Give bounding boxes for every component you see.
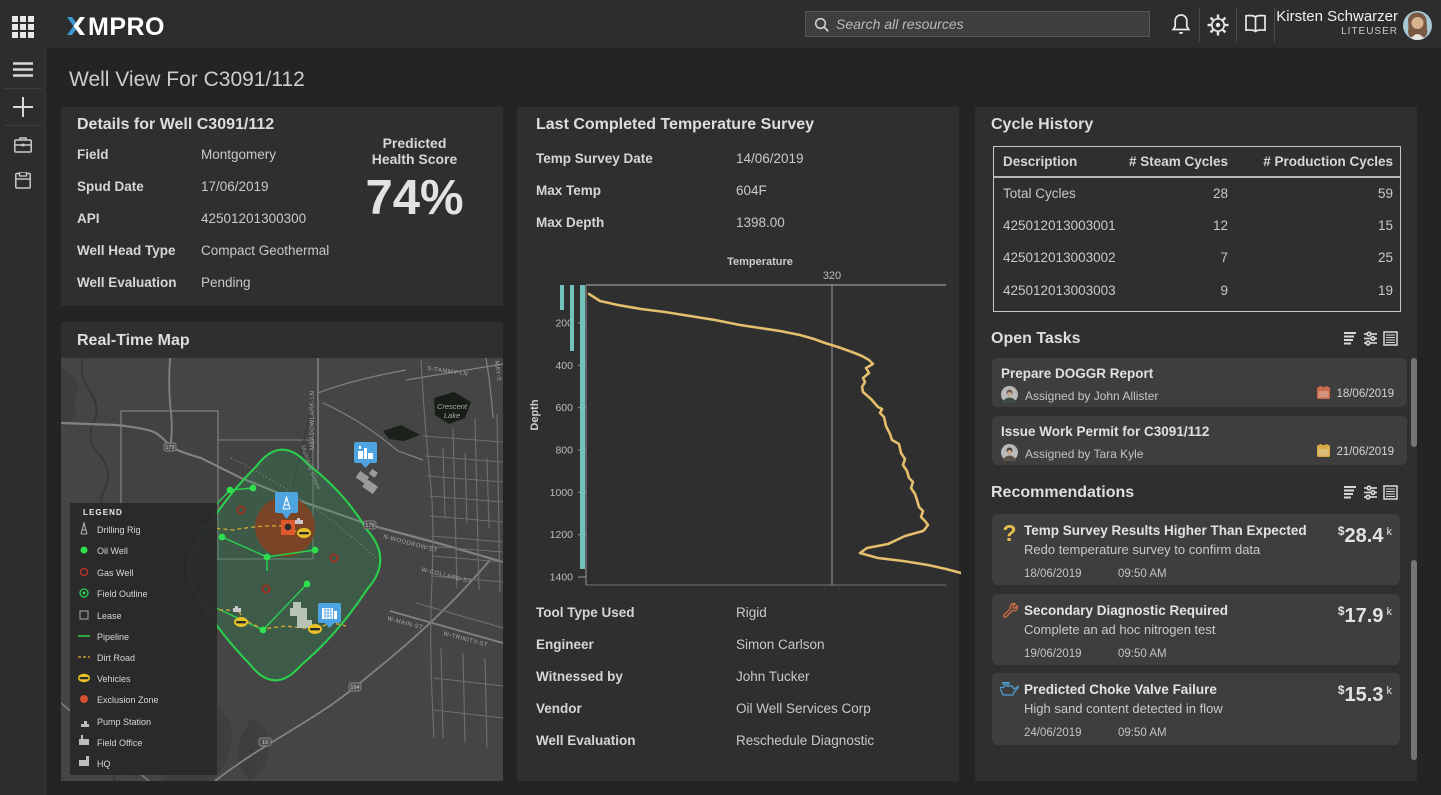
svg-text:400: 400: [555, 360, 573, 372]
svg-text:MEADOWLARK-LN: MEADOWLARK-LN: [310, 390, 316, 450]
svg-text:164: 164: [350, 685, 359, 691]
svg-text:Gas Well: Gas Well: [97, 568, 133, 578]
svg-text:320: 320: [823, 270, 841, 282]
svg-text:HQ: HQ: [97, 759, 111, 769]
svg-text:Temperature: Temperature: [727, 256, 793, 268]
svg-text:Oil Well: Oil Well: [97, 546, 128, 556]
svg-text:Exclusion Zone: Exclusion Zone: [97, 695, 159, 705]
svg-text:Pump Station: Pump Station: [97, 717, 151, 727]
svg-text:Pipeline: Pipeline: [97, 632, 129, 642]
svg-text:1400: 1400: [550, 572, 574, 584]
svg-text:1200: 1200: [550, 529, 574, 541]
svg-text:Lake: Lake: [444, 411, 460, 420]
svg-text:600: 600: [555, 402, 573, 414]
svg-text:Drilling Rig: Drilling Rig: [97, 525, 141, 535]
svg-text:179: 179: [165, 445, 174, 451]
svg-text:1000: 1000: [550, 487, 574, 499]
svg-text:LEGEND: LEGEND: [83, 508, 123, 517]
svg-text:179: 179: [365, 523, 374, 529]
svg-text:800: 800: [555, 445, 573, 457]
svg-text:Field Outline: Field Outline: [97, 589, 148, 599]
svg-text:Dirt Road: Dirt Road: [97, 653, 135, 663]
svg-text:Depth: Depth: [529, 399, 541, 430]
svg-text:Vehicles: Vehicles: [97, 674, 131, 684]
svg-text:Field Office: Field Office: [97, 738, 142, 748]
svg-text:MPRO: MPRO: [88, 15, 165, 37]
svg-text:19: 19: [262, 740, 268, 746]
svg-text:Lease: Lease: [97, 611, 122, 621]
svg-text:Crescent: Crescent: [437, 402, 468, 411]
